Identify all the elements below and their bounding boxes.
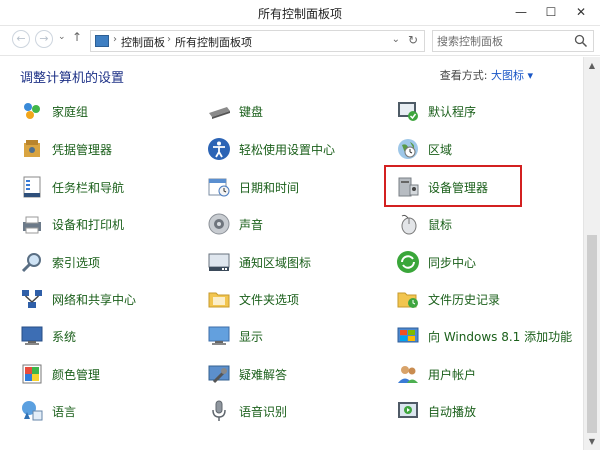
mouse-icon bbox=[401, 214, 417, 235]
language-icon bbox=[22, 401, 43, 421]
system-icon bbox=[21, 326, 43, 345]
breadcrumb-separator: › bbox=[247, 34, 251, 45]
view-by: 查看方式: 大图标 ▾ bbox=[440, 67, 533, 83]
breadcrumb-separator: › bbox=[113, 34, 117, 45]
title-bar: 所有控制面板项 — ☐ ✕ bbox=[0, 0, 600, 26]
date-time-icon bbox=[208, 178, 230, 197]
breadcrumb-control-panel[interactable]: 控制面板 bbox=[121, 34, 165, 50]
item-file-history[interactable]: 文件历史记录 bbox=[396, 285, 500, 313]
microphone-icon bbox=[212, 400, 226, 421]
up-button[interactable]: ↑ bbox=[72, 30, 82, 44]
item-user-accounts[interactable]: 用户帐户 bbox=[396, 360, 476, 388]
user-accounts-icon bbox=[398, 366, 418, 383]
item-keyboard[interactable]: 键盘 bbox=[207, 97, 263, 125]
item-system[interactable]: 系统 bbox=[20, 322, 76, 350]
homegroup-icon bbox=[24, 103, 40, 119]
credential-manager-icon bbox=[24, 140, 40, 157]
region-icon bbox=[398, 139, 418, 159]
address-bar: ← → ⌄ ↑ › 控制面板 › 所有控制面板项 › ⌄ ↻ bbox=[0, 26, 600, 56]
page-title: 调整计算机的设置 bbox=[20, 71, 125, 86]
item-add-features-windows[interactable]: 向 Windows 8.1 添加功能 bbox=[396, 322, 572, 350]
indexing-icon bbox=[21, 253, 41, 273]
file-history-icon bbox=[397, 292, 418, 308]
item-color-management[interactable]: 颜色管理 bbox=[20, 360, 100, 388]
item-speech-recognition[interactable]: 语音识别 bbox=[207, 397, 287, 425]
color-management-icon bbox=[22, 364, 42, 384]
refresh-button[interactable]: ↻ bbox=[408, 33, 418, 47]
recent-locations-button[interactable]: ⌄ bbox=[58, 32, 66, 42]
folder-options-icon bbox=[208, 292, 230, 308]
view-by-dropdown[interactable]: 大图标 ▾ bbox=[491, 69, 533, 82]
item-network-sharing[interactable]: 网络和共享中心 bbox=[20, 285, 136, 313]
item-date-time[interactable]: 日期和时间 bbox=[207, 173, 299, 201]
breadcrumb-separator: › bbox=[167, 34, 171, 45]
item-default-programs[interactable]: 默认程序 bbox=[396, 97, 476, 125]
search-icon[interactable] bbox=[574, 34, 588, 48]
taskbar-icon bbox=[23, 176, 41, 198]
display-icon bbox=[208, 326, 230, 345]
item-notification-area-icons[interactable]: 通知区域图标 bbox=[207, 248, 311, 276]
troubleshooting-icon bbox=[208, 365, 230, 384]
autoplay-icon bbox=[398, 402, 418, 418]
item-devices-printers[interactable]: 设备和打印机 bbox=[20, 210, 124, 238]
item-mouse[interactable]: 鼠标 bbox=[396, 210, 452, 238]
network-icon bbox=[22, 290, 42, 308]
forward-button[interactable]: → bbox=[35, 30, 53, 48]
keyboard-icon bbox=[209, 107, 230, 119]
ease-of-access-icon bbox=[208, 138, 230, 160]
scroll-up-button[interactable]: ▲ bbox=[584, 57, 600, 74]
item-folder-options[interactable]: 文件夹选项 bbox=[207, 285, 299, 313]
control-panel-icon bbox=[95, 35, 109, 47]
breadcrumb-all-items[interactable]: 所有控制面板项 bbox=[175, 34, 252, 50]
device-manager-highlight bbox=[384, 165, 522, 207]
maximize-button[interactable]: ☐ bbox=[536, 0, 566, 24]
close-button[interactable]: ✕ bbox=[566, 0, 596, 24]
item-credential-manager[interactable]: 凭据管理器 bbox=[20, 135, 112, 163]
item-taskbar-navigation[interactable]: 任务栏和导航 bbox=[20, 173, 124, 201]
scroll-thumb[interactable] bbox=[587, 235, 597, 433]
scroll-down-button[interactable]: ▼ bbox=[584, 433, 600, 450]
view-by-label: 查看方式: bbox=[439, 69, 488, 82]
back-button[interactable]: ← bbox=[12, 30, 30, 48]
add-features-icon bbox=[397, 327, 419, 343]
item-sound[interactable]: 声音 bbox=[207, 210, 263, 238]
sync-center-icon bbox=[397, 251, 419, 273]
printer-icon bbox=[23, 216, 41, 234]
item-sync-center[interactable]: 同步中心 bbox=[396, 248, 476, 276]
minimize-button[interactable]: — bbox=[506, 0, 536, 24]
search-input[interactable] bbox=[437, 33, 569, 49]
item-indexing-options[interactable]: 索引选项 bbox=[20, 248, 100, 276]
address-field[interactable]: › 控制面板 › 所有控制面板项 › ⌄ ↻ bbox=[90, 30, 425, 52]
speaker-icon bbox=[208, 213, 230, 235]
default-programs-icon bbox=[398, 102, 418, 121]
item-display[interactable]: 显示 bbox=[207, 322, 263, 350]
notification-area-icon bbox=[208, 253, 230, 271]
item-region[interactable]: 区域 bbox=[396, 135, 452, 163]
item-autoplay[interactable]: 自动播放 bbox=[396, 397, 476, 425]
item-homegroup[interactable]: 家庭组 bbox=[20, 97, 88, 125]
item-ease-of-access[interactable]: 轻松使用设置中心 bbox=[207, 135, 335, 163]
search-box[interactable] bbox=[432, 30, 594, 52]
item-troubleshooting[interactable]: 疑难解答 bbox=[207, 360, 287, 388]
item-language[interactable]: 语言 bbox=[20, 397, 76, 425]
address-dropdown-button[interactable]: ⌄ bbox=[392, 34, 400, 45]
vertical-scrollbar[interactable]: ▲ ▼ bbox=[583, 57, 600, 450]
